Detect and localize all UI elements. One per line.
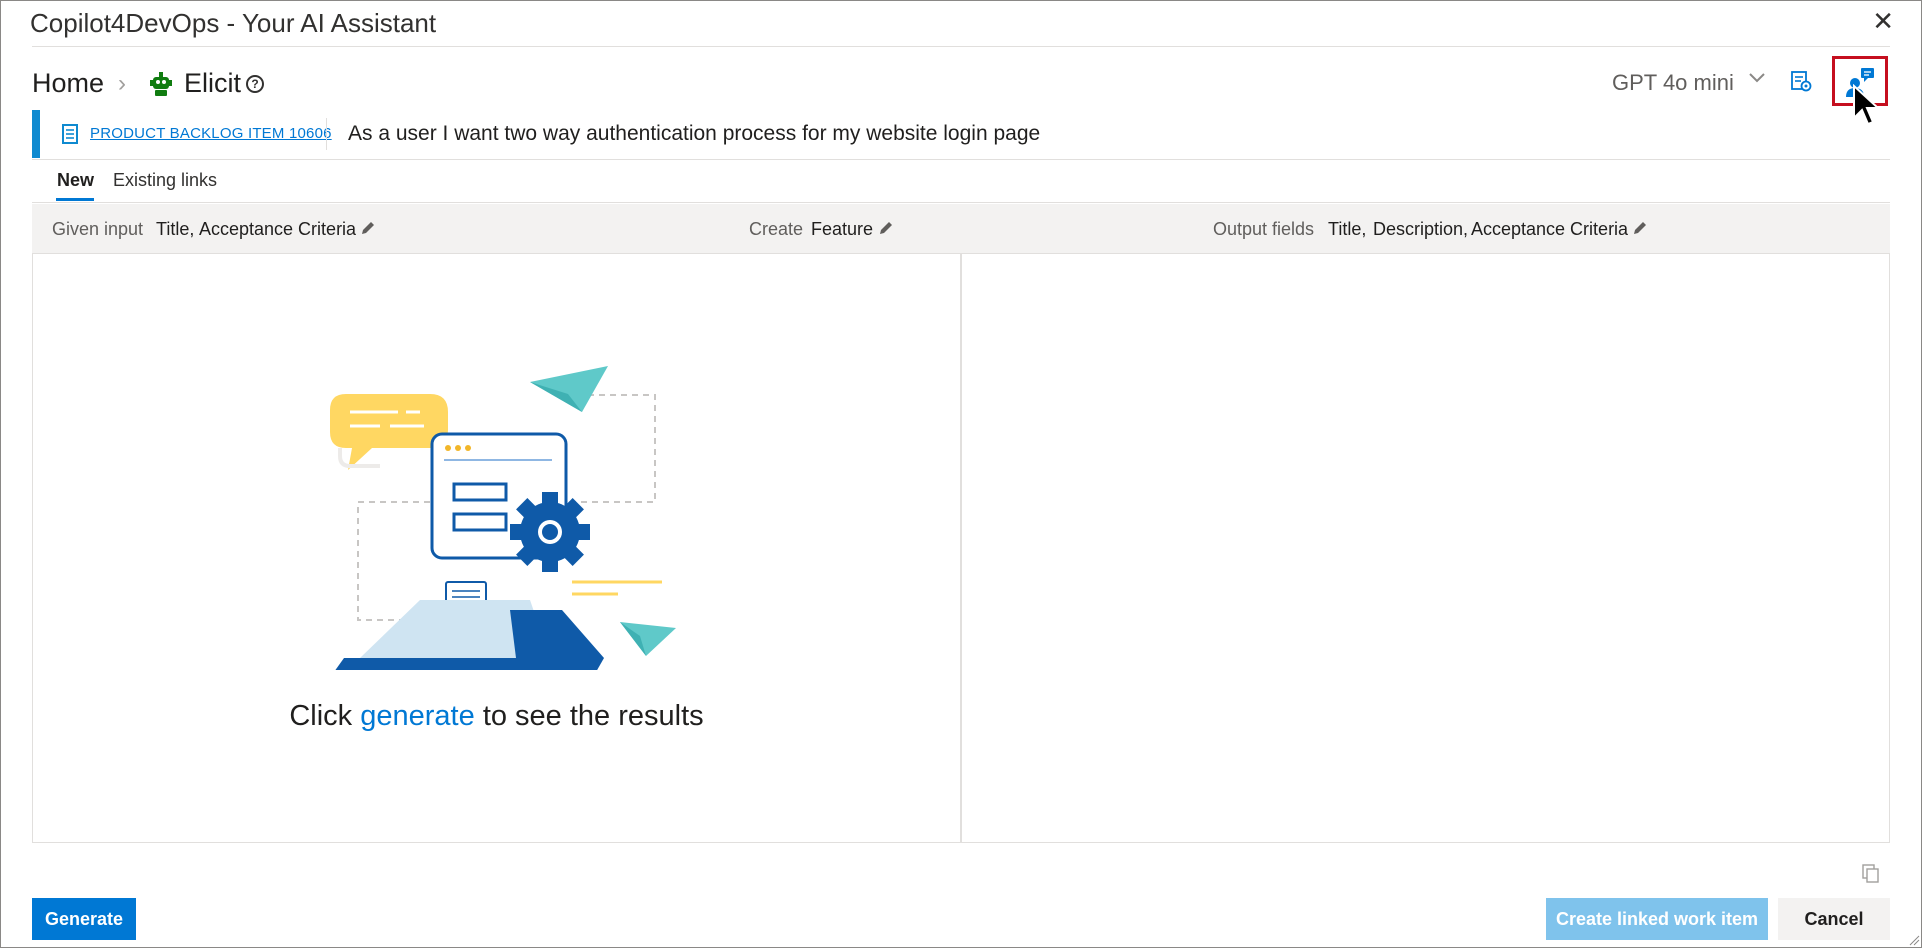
create-value: Feature <box>811 219 874 239</box>
prompt-settings-icon[interactable] <box>1790 70 1812 92</box>
cancel-button[interactable]: Cancel <box>1778 898 1890 940</box>
elicit-robot-icon <box>150 72 172 96</box>
generate-button[interactable]: Generate <box>32 898 136 940</box>
tab-new-indicator <box>56 198 94 201</box>
title-divider <box>32 46 1890 47</box>
pencil-icon[interactable] <box>360 220 376 236</box>
tabs-divider <box>32 202 1890 203</box>
backlog-item-icon <box>62 124 78 144</box>
pencil-icon[interactable] <box>1632 220 1648 236</box>
output-field-value: Acceptance Criteria <box>1471 219 1629 239</box>
chat-gear-illustration <box>330 366 676 670</box>
dialog-title: Copilot4DevOps - Your AI Assistant <box>30 8 437 38</box>
help-circle-icon[interactable]: ? <box>246 75 264 93</box>
given-input-label: Given input <box>52 219 144 239</box>
given-input-value: Acceptance Criteria <box>199 219 357 239</box>
work-item-divider <box>326 118 327 150</box>
tab-existing-links[interactable]: Existing links <box>113 170 217 191</box>
empty-state-message: Click generate to see the results <box>32 700 961 733</box>
create-linked-work-item-button[interactable]: Create linked work item <box>1546 898 1768 940</box>
chevron-down-icon[interactable] <box>1746 66 1768 88</box>
generate-link[interactable]: generate <box>360 700 475 732</box>
output-field-value: Title, <box>1328 219 1367 239</box>
breadcrumb-home[interactable]: Home <box>32 68 104 99</box>
work-item-divider-bottom <box>32 159 1890 160</box>
pencil-icon[interactable] <box>878 220 894 236</box>
work-item-title: As a user I want two way authentication … <box>348 122 1041 145</box>
breadcrumb-elicit: Elicit <box>184 68 242 98</box>
create-label: Create <box>749 219 804 239</box>
resize-grip-icon[interactable] <box>1908 934 1920 946</box>
empty-state-suffix: to see the results <box>482 700 704 732</box>
close-icon[interactable]: ✕ <box>1872 6 1894 37</box>
output-field-value: Description, <box>1373 219 1469 239</box>
given-input-value: Title, <box>156 219 195 239</box>
work-item-link[interactable]: PRODUCT BACKLOG ITEM 10606 <box>90 125 332 142</box>
chevron-right-icon: › <box>118 70 126 97</box>
tab-new[interactable]: New <box>57 170 94 191</box>
model-select[interactable]: GPT 4o mini <box>1612 70 1734 96</box>
empty-state-prefix: Click <box>289 700 353 732</box>
copy-icon[interactable] <box>1862 864 1880 884</box>
output-fields-label: Output fields <box>1213 219 1315 239</box>
output-panel <box>961 254 1890 843</box>
